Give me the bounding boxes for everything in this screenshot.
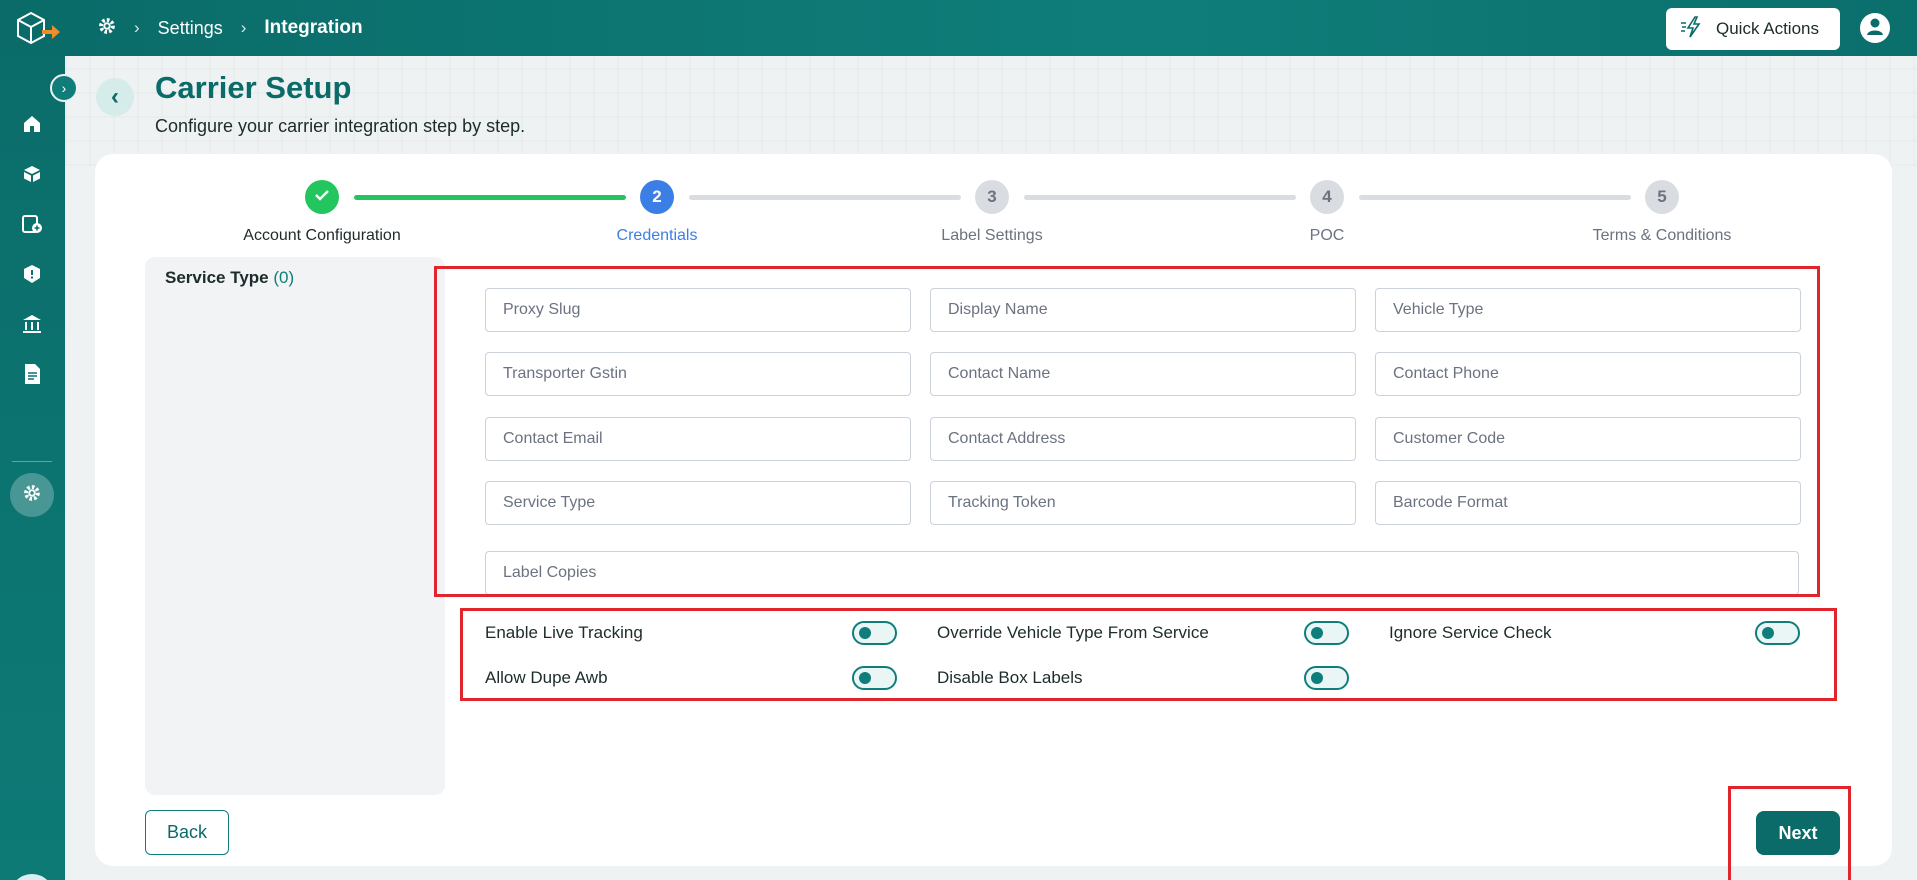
- allow-dupe-awb-label: Allow Dupe Awb: [485, 668, 608, 687]
- lightning-icon: [1680, 15, 1706, 44]
- app-logo[interactable]: [12, 10, 62, 48]
- step-5-label: Terms & Conditions: [1592, 227, 1732, 244]
- step-connector: [1024, 195, 1296, 200]
- step-5-indicator[interactable]: 5: [1645, 180, 1679, 214]
- home-icon[interactable]: [20, 112, 44, 136]
- page-subtitle: Configure your carrier integration step …: [155, 116, 526, 136]
- breadcrumb: › Settings › Integration: [98, 0, 363, 56]
- step-4-indicator[interactable]: 4: [1310, 180, 1344, 214]
- next-button[interactable]: Next: [1756, 811, 1840, 855]
- sidebar-divider: [12, 461, 52, 462]
- breadcrumb-integration: Integration: [264, 17, 363, 38]
- gear-icon: [23, 484, 41, 507]
- contact-email-input[interactable]: [485, 417, 911, 461]
- gear-icon[interactable]: [98, 17, 116, 40]
- page-title: Carrier Setup: [155, 70, 352, 105]
- service-type-panel: [145, 257, 445, 795]
- chat-support-button[interactable]: [10, 874, 54, 880]
- enable-live-tracking-label: Enable Live Tracking: [485, 623, 643, 642]
- toggle-knob: [859, 627, 871, 639]
- service-type-title: Service Type: [165, 268, 269, 287]
- disable-box-labels-label: Disable Box Labels: [937, 668, 1083, 687]
- display-name-input[interactable]: [930, 288, 1356, 332]
- back-arrow-button[interactable]: ‹: [96, 78, 134, 116]
- ignore-service-check-toggle[interactable]: [1755, 621, 1800, 645]
- tracking-token-input[interactable]: [930, 481, 1356, 525]
- toggle-knob: [1311, 627, 1323, 639]
- step-connector: [354, 195, 626, 200]
- add-document-icon[interactable]: [20, 212, 44, 236]
- report-icon[interactable]: [20, 362, 44, 386]
- top-bar: › Settings › Integration Quick Actions: [0, 0, 1917, 56]
- box-icon[interactable]: [20, 162, 44, 186]
- user-icon: [1864, 15, 1886, 42]
- chevron-right-icon: ›: [134, 18, 140, 37]
- quick-actions-label: Quick Actions: [1716, 19, 1819, 38]
- chevron-right-icon: ›: [240, 18, 247, 37]
- checkmark-icon: [314, 187, 330, 208]
- contact-address-input[interactable]: [930, 417, 1356, 461]
- service-type-input[interactable]: [485, 481, 911, 525]
- toggle-knob: [1311, 672, 1323, 684]
- shield-icon[interactable]: [20, 262, 44, 286]
- ignore-service-check-label: Ignore Service Check: [1389, 623, 1552, 642]
- breadcrumb-settings[interactable]: Settings: [158, 18, 223, 39]
- sidebar: [0, 56, 65, 880]
- barcode-format-input[interactable]: [1375, 481, 1801, 525]
- vehicle-type-input[interactable]: [1375, 288, 1801, 332]
- step-1-label: Account Configuration: [243, 227, 401, 244]
- service-type-heading: Service Type (0): [165, 268, 294, 288]
- sidebar-item-settings[interactable]: [10, 473, 54, 517]
- enable-live-tracking-toggle[interactable]: [852, 621, 897, 645]
- contact-phone-input[interactable]: [1375, 352, 1801, 396]
- proxy-slug-input[interactable]: [485, 288, 911, 332]
- customer-code-input[interactable]: [1375, 417, 1801, 461]
- back-button[interactable]: Back: [145, 810, 229, 855]
- disable-box-labels-toggle[interactable]: [1304, 666, 1349, 690]
- transporter-gstin-input[interactable]: [485, 352, 911, 396]
- bank-icon[interactable]: [20, 312, 44, 336]
- toggle-knob: [859, 672, 871, 684]
- override-vehicle-type-toggle[interactable]: [1304, 621, 1349, 645]
- step-3-indicator[interactable]: 3: [975, 180, 1009, 214]
- chevron-left-icon: ‹: [111, 83, 119, 110]
- step-4-label: POC: [1309, 227, 1345, 244]
- allow-dupe-awb-toggle[interactable]: [852, 666, 897, 690]
- profile-avatar[interactable]: [1860, 13, 1890, 43]
- contact-name-input[interactable]: [930, 352, 1356, 396]
- step-3-label: Label Settings: [941, 227, 1043, 244]
- service-type-count: (0): [273, 268, 295, 287]
- step-2-indicator[interactable]: 2: [640, 180, 674, 214]
- quick-actions-button[interactable]: Quick Actions: [1666, 8, 1840, 50]
- step-connector: [1359, 195, 1631, 200]
- label-copies-input[interactable]: [485, 551, 1799, 595]
- step-connector: [689, 195, 961, 200]
- override-vehicle-type-label: Override Vehicle Type From Service: [937, 623, 1209, 642]
- step-2-label: Credentials: [616, 227, 698, 244]
- step-1-indicator[interactable]: [305, 180, 339, 214]
- toggle-knob: [1762, 627, 1774, 639]
